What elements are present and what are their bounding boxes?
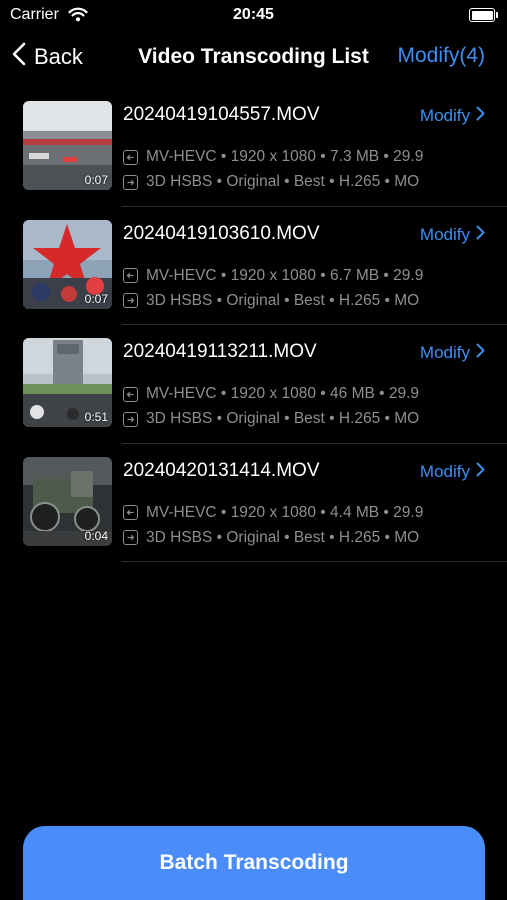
input-info: MV-HEVC • 1920 x 1080 • 46 MB • 29.9 (123, 384, 445, 404)
input-info-text: MV-HEVC • 1920 x 1080 • 46 MB • 29.9 (146, 385, 420, 402)
input-info: MV-HEVC • 1920 x 1080 • 6.7 MB • 29.9 (123, 266, 445, 286)
output-arrow-icon (123, 530, 138, 545)
output-info-text: 3D HSBS • Original • Best • H.265 • MO (146, 528, 420, 546)
list-item[interactable]: 0:07 20240419104557.MOV Modify MV-HEVC •… (0, 88, 507, 207)
input-info-text: MV-HEVC • 1920 x 1080 • 6.7 MB • 29.9 (146, 266, 424, 284)
modify-label: Modify (419, 224, 470, 244)
chevron-right-icon (470, 462, 485, 482)
input-info-text: MV-HEVC • 1920 x 1080 • 7.3 MB • 29.9 (146, 148, 424, 165)
video-list: 0:07 20240419104557.MOV Modify MV-HEVC •… (0, 88, 507, 562)
input-arrow-icon (123, 268, 138, 283)
input-arrow-icon (123, 149, 138, 165)
output-info: 3D HSBS • Original • Best • H.265 • MO (123, 528, 445, 548)
batch-transcoding-button[interactable]: Batch Transcoding (23, 826, 485, 900)
clock: 20:45 (233, 6, 274, 23)
battery-icon (469, 8, 498, 22)
video-thumbnail: 0:51 (23, 338, 112, 427)
list-item[interactable]: 0:51 20240419113211.MOV Modify MV-HEVC •… (0, 325, 507, 444)
input-info-text: MV-HEVC • 1920 x 1080 • 4.4 MB • 29.9 (146, 503, 424, 521)
video-filename: 20240419103610.MOV (123, 222, 320, 244)
modify-button[interactable]: Modify (420, 225, 485, 245)
video-thumbnail: 0:07 (23, 101, 112, 190)
video-filename: 20240419113211.MOV (123, 341, 317, 362)
chevron-right-icon (470, 225, 485, 245)
output-info-text: 3D HSBS • Original • Best • H.265 • MO (146, 173, 420, 190)
input-info: MV-HEVC • 1920 x 1080 • 4.4 MB • 29.9 (123, 503, 445, 523)
video-duration: 0:07 (84, 173, 108, 187)
video-duration: 0:51 (84, 410, 108, 424)
output-info-text: 3D HSBS • Original • Best • H.265 • MO (146, 291, 420, 309)
input-info: MV-HEVC • 1920 x 1080 • 7.3 MB • 29.9 (123, 147, 445, 167)
modify-label: Modify (419, 461, 470, 481)
video-thumbnail: 0:04 (23, 456, 112, 546)
navigation-bar: Back Video Transcoding List Modify(4) (0, 34, 507, 82)
video-filename: 20240420131414.MOV (123, 459, 320, 481)
list-item[interactable]: 0:07 20240419103610.MOV Modify MV-HEVC •… (0, 207, 507, 325)
chevron-right-icon (470, 106, 485, 126)
chevron-right-icon (470, 343, 485, 363)
modify-button[interactable]: Modify (420, 343, 485, 363)
output-info: 3D HSBS • Original • Best • H.265 • MO (123, 291, 445, 311)
output-arrow-icon (123, 174, 138, 190)
output-info-text: 3D HSBS • Original • Best • H.265 • MO (146, 410, 420, 427)
video-thumbnail: 0:07 (23, 219, 112, 309)
video-filename: 20240419104557.MOV (123, 104, 320, 125)
modify-all-button[interactable]: Modify(4) (397, 44, 485, 68)
video-duration: 0:07 (84, 291, 108, 306)
video-duration: 0:04 (84, 528, 108, 543)
row-divider (122, 561, 507, 562)
output-info: 3D HSBS • Original • Best • H.265 • MO (123, 409, 445, 429)
modify-label: Modify (419, 343, 470, 362)
modify-button[interactable]: Modify (420, 106, 485, 126)
list-item[interactable]: 0:04 20240420131414.MOV Modify MV-HEVC •… (0, 444, 507, 562)
input-arrow-icon (123, 505, 138, 520)
status-bar: Carrier 20:45 (0, 0, 507, 32)
output-arrow-icon (123, 293, 138, 308)
modify-button[interactable]: Modify (420, 462, 485, 482)
input-arrow-icon (123, 386, 138, 402)
output-arrow-icon (123, 411, 138, 427)
modify-label: Modify (419, 106, 470, 125)
output-info: 3D HSBS • Original • Best • H.265 • MO (123, 172, 445, 192)
